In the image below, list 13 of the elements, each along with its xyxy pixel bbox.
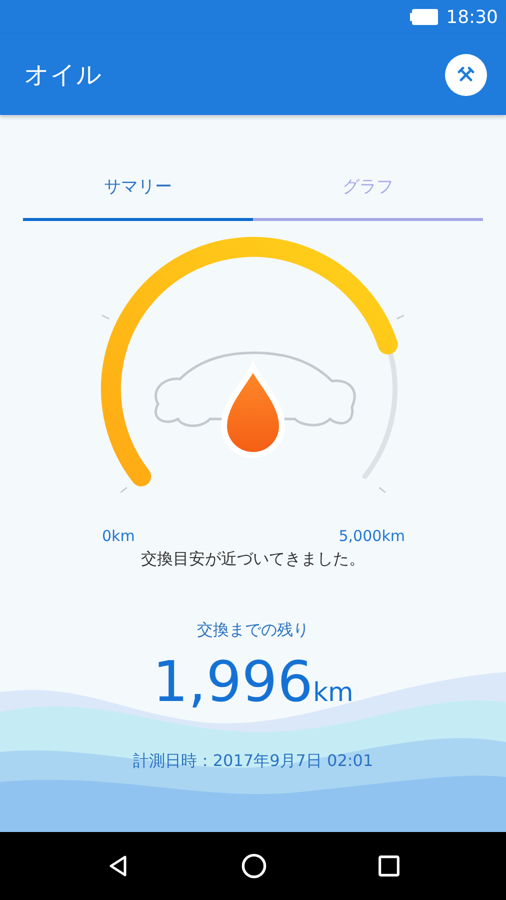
app-title: オイル bbox=[24, 59, 102, 91]
tab[interactable]: サマリー bbox=[23, 153, 253, 221]
home-icon[interactable] bbox=[240, 853, 267, 879]
status-time: 18:30 bbox=[446, 6, 498, 28]
min-label: 0km bbox=[102, 527, 135, 545]
battery-icon bbox=[410, 8, 438, 26]
max-label: 5,000km bbox=[338, 527, 405, 545]
measured-time: 計測日時：2017年9月7日 02:01 bbox=[132, 751, 374, 772]
status-message: 交換目安が近づいてきました。 bbox=[140, 549, 366, 570]
remaining-distance: 1,996 km bbox=[152, 655, 354, 711]
remaining-label: 交換までの残り bbox=[197, 620, 309, 641]
tools-button[interactable] bbox=[445, 54, 487, 96]
recents-icon[interactable] bbox=[378, 855, 400, 877]
